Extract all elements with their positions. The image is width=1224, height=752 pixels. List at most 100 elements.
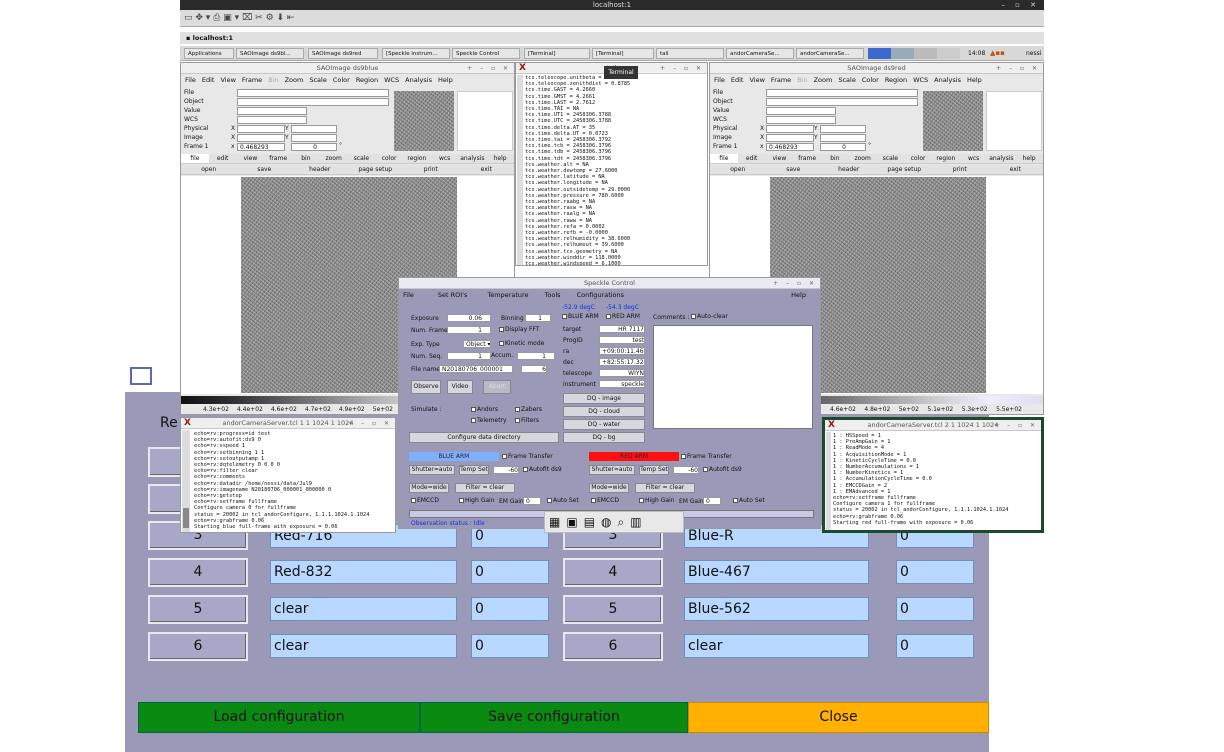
tail-window-controls[interactable]: + – ▫ ✕ [660, 63, 704, 74]
ds9-red-menu-wcs[interactable]: WCS [913, 76, 928, 84]
sim-andors-checkbox[interactable]: Andors [471, 406, 498, 413]
video-button[interactable]: Video [447, 380, 473, 394]
ds9-red-menu-help[interactable]: Help [967, 76, 982, 84]
andor-blue-scroll-thumb[interactable] [183, 508, 189, 528]
autoclear-checkbox[interactable]: Auto-clear [691, 313, 728, 320]
filter-left-name-5[interactable]: clear [270, 597, 457, 621]
ds9-blue-btn-file[interactable]: file [181, 154, 209, 163]
sim-telemetry-checkbox[interactable]: Telemetry [471, 417, 507, 424]
exposure-input[interactable]: 0.06 [447, 314, 491, 322]
ds9-red-btn-file[interactable]: file [710, 154, 738, 163]
taskbar-speckle-control[interactable]: Speckle Control [452, 48, 520, 59]
close-button[interactable]: Close [688, 702, 989, 733]
ds9-blue-btn-edit[interactable]: edit [209, 154, 237, 163]
ds9-blue-menu-analysis[interactable]: Analysis [405, 76, 432, 84]
filter-left-val-6[interactable]: 0 [471, 634, 549, 658]
speckle-menu-configurations[interactable]: Configurations [577, 291, 624, 299]
ds9-red-menu-bin[interactable]: Bin [797, 76, 807, 84]
kinetic-checkbox[interactable]: Kinetic mode [499, 340, 544, 347]
search-icon[interactable]: ⌕ [618, 515, 631, 529]
folder-icon[interactable]: ▥ [630, 515, 647, 529]
ds9-blue-menu-view[interactable]: View [220, 76, 235, 84]
ds9-red-btn-region[interactable]: region [932, 154, 960, 163]
dq-cloud-button[interactable]: DQ - cloud [563, 406, 645, 417]
dq-image-button[interactable]: DQ - image [563, 393, 645, 404]
andor-blue-window-controls[interactable]: + – ▫ ✕ [348, 418, 392, 429]
ds9-blue-btn-view[interactable]: view [237, 154, 265, 163]
ds9-blue-menu-bin[interactable]: Bin [268, 76, 278, 84]
binning-input[interactable]: 1 [525, 314, 551, 322]
ra-input[interactable]: +09:00:11.469 [599, 347, 645, 355]
filter-right-val-6[interactable]: 0 [896, 634, 974, 658]
taskbar-ds9red[interactable]: SAOImage ds9red [308, 48, 378, 59]
speckle-menu-setrois[interactable]: Set ROI's [438, 291, 467, 299]
ds9-blue-menu-scale[interactable]: Scale [309, 76, 327, 84]
numframes-input[interactable]: 1 [447, 326, 491, 334]
filename-num-input[interactable]: 6 [521, 365, 547, 373]
ds9-red-btn-frame[interactable]: frame [793, 154, 821, 163]
ds9-red-btn-zoom[interactable]: zoom [849, 154, 877, 163]
ds9-red-btn-save[interactable]: save [766, 165, 822, 174]
ds9-blue-panner[interactable] [394, 91, 454, 151]
red-emgain-input[interactable]: 0 [703, 497, 721, 505]
filter-left-val-5[interactable]: 0 [471, 597, 549, 621]
ds9-blue-btn-exit[interactable]: exit [459, 165, 515, 174]
ds9-red-menu-scale[interactable]: Scale [838, 76, 856, 84]
filter-right-name-5[interactable]: Blue-562 [684, 597, 869, 621]
displayfft-checkbox[interactable]: Display FFT [499, 326, 540, 333]
blue-tempset-input[interactable]: -60 [493, 466, 519, 474]
blue-frame-transfer-checkbox[interactable]: Frame Transfer [502, 453, 553, 460]
ds9-blue-btn-analysis[interactable]: analysis [459, 154, 487, 163]
ds9-blue-menu-wcs[interactable]: WCS [384, 76, 399, 84]
ds9-blue-menu-file[interactable]: File [185, 76, 196, 84]
ds9-blue-btn-save[interactable]: save [237, 165, 293, 174]
ds9-red-menu-view[interactable]: View [749, 76, 764, 84]
red-frame-transfer-checkbox[interactable]: Frame Transfer [681, 453, 732, 460]
ds9-red-btn-pagesetup[interactable]: page setup [877, 165, 933, 174]
ds9-red-btn-help[interactable]: help [1015, 154, 1043, 163]
ds9-blue-btn-zoom[interactable]: zoom [320, 154, 348, 163]
comments-textarea[interactable] [653, 325, 813, 429]
sim-filters-checkbox[interactable]: Filters [515, 417, 539, 424]
ds9-blue-window-controls[interactable]: + – ▫ ✕ [467, 63, 511, 74]
abort-button[interactable]: Abort [483, 380, 511, 394]
vnc-window-controls[interactable]: – ▫ ✕ [1001, 0, 1040, 10]
dec-input[interactable]: +82:55:17.328 [599, 358, 645, 366]
ds9-red-menu-file[interactable]: File [714, 76, 725, 84]
blue-autofit-checkbox[interactable]: Autofit ds9 [523, 466, 562, 473]
red-tempset-input[interactable]: -60 [673, 466, 699, 474]
filter-right-num-6[interactable]: 6 [563, 632, 663, 661]
andor-red-window-controls[interactable]: + – ▫ ✕ [994, 420, 1038, 431]
tail-scrollbar[interactable] [517, 75, 523, 265]
ds9-blue-btn-region[interactable]: region [403, 154, 431, 163]
red-autofit-checkbox[interactable]: Autofit ds9 [703, 466, 742, 473]
web-browser-icon[interactable]: ◍ [601, 515, 617, 529]
ds9-blue-menu-color[interactable]: Color [333, 76, 350, 84]
red-emccd-checkbox[interactable]: EMCCD [591, 497, 619, 504]
filter-right-num-4[interactable]: 4 [563, 558, 663, 587]
filter-left-num-6[interactable]: 6 [148, 632, 248, 661]
red-tempset-button[interactable]: Temp Set [639, 465, 669, 475]
ds9-red-btn-scale[interactable]: scale [877, 154, 905, 163]
speckle-window-controls[interactable]: + – ▫ ✕ [773, 278, 817, 289]
ds9-blue-btn-bin[interactable]: bin [292, 154, 320, 163]
vnc-tab[interactable]: ▪ localhost:1 [180, 32, 1044, 44]
terminal-icon[interactable]: ▣ [566, 515, 583, 529]
ds9-red-menu-edit[interactable]: Edit [731, 76, 744, 84]
filter-right-num-5[interactable]: 5 [563, 595, 663, 624]
home-folder-icon[interactable]: ▦ [549, 515, 566, 529]
tray-icons[interactable]: ▲▪▪ [990, 48, 1005, 59]
filter-left-name-6[interactable]: clear [270, 634, 457, 658]
red-arm-checkbox[interactable]: RED ARM [606, 313, 640, 320]
workspace-switcher[interactable] [868, 48, 960, 59]
blue-emccd-checkbox[interactable]: EMCCD [411, 497, 439, 504]
ds9-red-btn-exit[interactable]: exit [988, 165, 1044, 174]
ds9-red-btn-open[interactable]: open [710, 165, 766, 174]
ds9-blue-btn-header[interactable]: header [292, 165, 348, 174]
blue-arm-checkbox[interactable]: BLUE ARM [562, 313, 599, 320]
ds9-red-btn-view[interactable]: view [766, 154, 794, 163]
ds9-red-menu-frame[interactable]: Frame [771, 76, 791, 84]
filter-right-val-5[interactable]: 0 [896, 597, 974, 621]
filter-left-num-5[interactable]: 5 [148, 595, 248, 624]
taskbar-andor-2[interactable]: andorCameraSe... [796, 48, 864, 59]
